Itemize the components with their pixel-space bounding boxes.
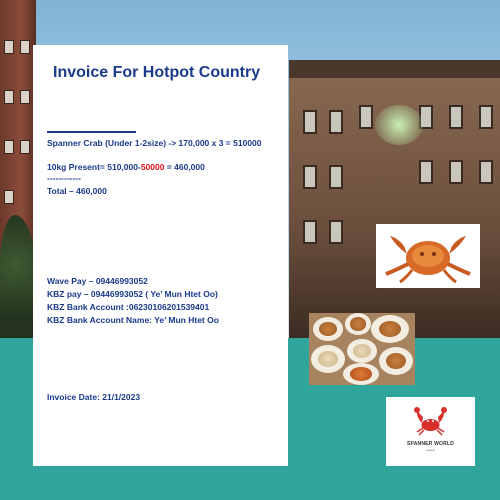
separator-line: ------------ [47, 173, 81, 183]
crab-photo [376, 224, 480, 288]
dish [313, 317, 343, 341]
food-photo [309, 313, 415, 385]
invoice-date: Invoice Date: 21/1/2023 [47, 392, 141, 402]
dish [371, 315, 409, 343]
sun-flare [375, 105, 423, 145]
dish [311, 345, 345, 373]
kbz-pay: KBZ pay – 09446993052 ( Ye’ Mun Htet Oo) [47, 289, 218, 299]
kbz-bank-account-name: KBZ Bank Account Name: Ye’ Mun Htet Oo [47, 315, 219, 325]
title-underline [47, 131, 136, 133]
logo-subtext: seafood [426, 449, 435, 452]
right-building [289, 60, 500, 340]
wave-pay: Wave Pay – 09446993052 [47, 276, 148, 286]
spanner-world-logo: SPANNER WORLD seafood [386, 397, 475, 466]
discount-amount: 50000 [140, 162, 165, 172]
invoice-card: Invoice For Hotpot Country Spanner Crab … [33, 45, 288, 466]
dish [343, 363, 379, 385]
discount-suffix: = 460,000 [164, 162, 205, 172]
dish [379, 347, 413, 375]
dish [345, 313, 371, 335]
crab-illustration [376, 224, 480, 288]
total-line: Total – 460,000 [47, 186, 107, 196]
kbz-bank-account: KBZ Bank Account :06230106201539401 [47, 302, 210, 312]
discount-prefix: 10kg Present= 510,000- [47, 162, 141, 172]
item-line-crab: Spanner Crab (Under 1-2size) -> 170,000 … [47, 138, 262, 148]
crab-icon [414, 407, 447, 436]
logo-name: SPANNER WORLD [407, 441, 454, 447]
dish [347, 339, 377, 363]
invoice-title: Invoice For Hotpot Country [53, 64, 261, 81]
